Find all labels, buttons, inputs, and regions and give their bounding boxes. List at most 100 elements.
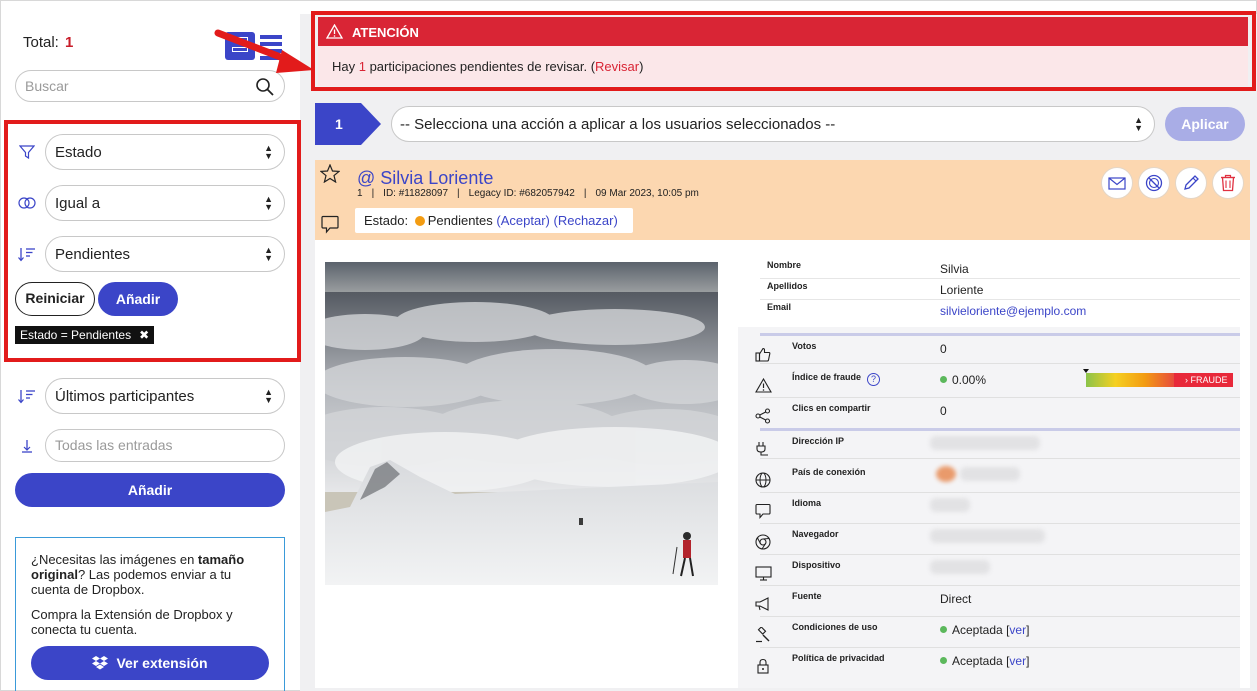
fraud-value-wrap: 0.00%: [940, 373, 986, 387]
detail-value: Loriente: [940, 283, 984, 297]
step-number: 1: [335, 116, 343, 132]
state-box: Estado: Pendientes (Aceptar) (Rechazar): [355, 208, 633, 233]
mail-icon: [1108, 176, 1126, 190]
meta-separator: |: [583, 188, 587, 199]
add-sort-button[interactable]: Añadir: [15, 473, 285, 507]
select-arrows-icon: ▲ ▼: [264, 245, 273, 263]
stat-browser: Navegador: [755, 524, 1240, 555]
block-button[interactable]: [1138, 167, 1170, 199]
stat-ip: Dirección IP: [756, 428, 1240, 459]
status-dot: [940, 626, 947, 633]
help-icon[interactable]: ?: [867, 373, 881, 386]
terms-value-wrap: Aceptada [ver]: [940, 623, 1029, 637]
plug-icon: [754, 440, 772, 458]
privacy-value: Aceptada: [952, 654, 1003, 668]
promo-text-2: Compra la Extensión de Dropbox y conecta…: [31, 607, 233, 637]
entries-field: [45, 429, 285, 462]
stat-source: Fuente Direct: [754, 586, 1240, 617]
speech-bubble-icon: [754, 502, 772, 520]
chrome-icon: [754, 533, 772, 551]
select-arrows-icon: ▲ ▼: [1134, 115, 1143, 133]
stat-label: País de conexión: [792, 467, 866, 477]
operator-icon: [17, 193, 37, 213]
participant-index: 1: [357, 188, 363, 199]
stat-votes: Votos 0: [755, 333, 1240, 364]
shares-value: 0: [940, 404, 947, 418]
participant-date: 09 Mar 2023, 10:05 pm: [595, 188, 699, 199]
email-button[interactable]: [1101, 167, 1133, 199]
step-indicator: 1: [315, 103, 381, 145]
terms-value: Aceptada: [952, 623, 1003, 637]
search-input[interactable]: [25, 78, 245, 94]
filter-field-select[interactable]: Estado ▲ ▼: [45, 134, 285, 170]
filter-operator-select[interactable]: Igual a ▲ ▼: [45, 185, 285, 221]
add-filter-button[interactable]: Añadir: [98, 282, 178, 316]
email-link[interactable]: silvieloriente@ejemplo.com: [940, 304, 1086, 318]
remove-filter-icon[interactable]: ✖: [139, 328, 149, 342]
participant-meta: 1 | ID: #11828097 | Legacy ID: #682057942 | 09…: [357, 188, 699, 199]
participant-id: ID: #11828097: [383, 188, 449, 199]
apply-button[interactable]: Aplicar: [1165, 107, 1245, 141]
search-icon[interactable]: [255, 77, 275, 97]
stat-label: Índice de fraude?: [792, 372, 881, 386]
view-extension-label: Ver extensión: [116, 655, 208, 671]
gavel-icon: [754, 626, 772, 644]
source-value: Direct: [940, 592, 972, 606]
state-label: Estado:: [364, 213, 409, 228]
stat-label: Política de privacidad: [792, 653, 885, 663]
detail-value: Silvia: [940, 262, 969, 276]
entry-photo[interactable]: [325, 262, 718, 585]
edit-button[interactable]: [1175, 167, 1207, 199]
comment-icon[interactable]: [321, 215, 339, 234]
stat-country: País de conexión: [755, 462, 1240, 493]
select-arrows-icon: ▲ ▼: [264, 387, 273, 405]
terms-see-link[interactable]: ver: [1009, 623, 1026, 637]
distant-skier-figure: [579, 518, 583, 525]
fraud-meter: › FRAUDE: [1086, 373, 1233, 387]
participant-name[interactable]: @ Silvia Loriente: [357, 168, 493, 189]
sort-icon: [17, 386, 37, 406]
fraud-tag-label: FRAUDE: [1190, 375, 1228, 385]
filter-value-select[interactable]: Pendientes ▲ ▼: [45, 236, 285, 272]
detail-row-email: Email silvieloriente@ejemplo.com: [760, 300, 1240, 321]
stat-label: Condiciones de uso: [792, 622, 878, 632]
stat-language: Idioma: [755, 493, 1240, 524]
pencil-icon: [1184, 175, 1199, 190]
meta-separator: |: [371, 188, 375, 199]
status-dot: [940, 657, 947, 664]
detail-row-surname: Apellidos Loriente: [760, 279, 1240, 300]
warning-triangle-icon: [754, 376, 772, 394]
lock-icon: [754, 657, 772, 675]
dropbox-icon: [92, 656, 109, 670]
active-filter-text: Estado = Pendientes: [20, 328, 132, 342]
star-icon[interactable]: [320, 164, 340, 183]
select-arrows-icon: ▲ ▼: [264, 194, 273, 212]
redacted-value: [930, 498, 970, 512]
sort-select[interactable]: Últimos participantes ▲ ▼: [45, 378, 285, 414]
select-arrows-icon: ▲ ▼: [264, 143, 273, 161]
privacy-value-wrap: Aceptada [ver]: [940, 654, 1029, 668]
block-icon: [1145, 174, 1163, 192]
annotation-arrow-icon: [214, 29, 314, 73]
monitor-icon: [754, 564, 772, 582]
detail-row-name: Nombre Silvia: [760, 258, 1240, 279]
votes-value: 0: [940, 342, 947, 356]
stat-privacy: Política de privacidad Aceptada [ver]: [757, 648, 1240, 679]
fraud-value: 0.00%: [952, 373, 987, 387]
accept-link[interactable]: (Aceptar): [496, 213, 549, 228]
reject-link[interactable]: (Rechazar): [554, 213, 618, 228]
sort-value-icon: [17, 244, 37, 264]
privacy-see-link[interactable]: ver: [1009, 654, 1026, 668]
stat-shares: Clics en compartir 0: [755, 398, 1240, 429]
globe-icon: [754, 471, 772, 489]
promo-text-a: ¿Necesitas las imágenes en: [31, 552, 198, 567]
view-extension-button[interactable]: Ver extensión: [31, 646, 269, 680]
promo-text-1: ¿Necesitas las imágenes en tamaño origin…: [31, 552, 269, 597]
reset-button[interactable]: Reiniciar: [15, 282, 95, 316]
delete-button[interactable]: [1212, 167, 1244, 199]
total-count: Total: 1: [23, 34, 73, 51]
stat-label: Idioma: [792, 498, 822, 508]
entries-input[interactable]: [55, 437, 275, 453]
bulk-action-select[interactable]: -- Selecciona una acción a aplicar a los…: [391, 106, 1155, 142]
filter-icon: [17, 142, 37, 162]
